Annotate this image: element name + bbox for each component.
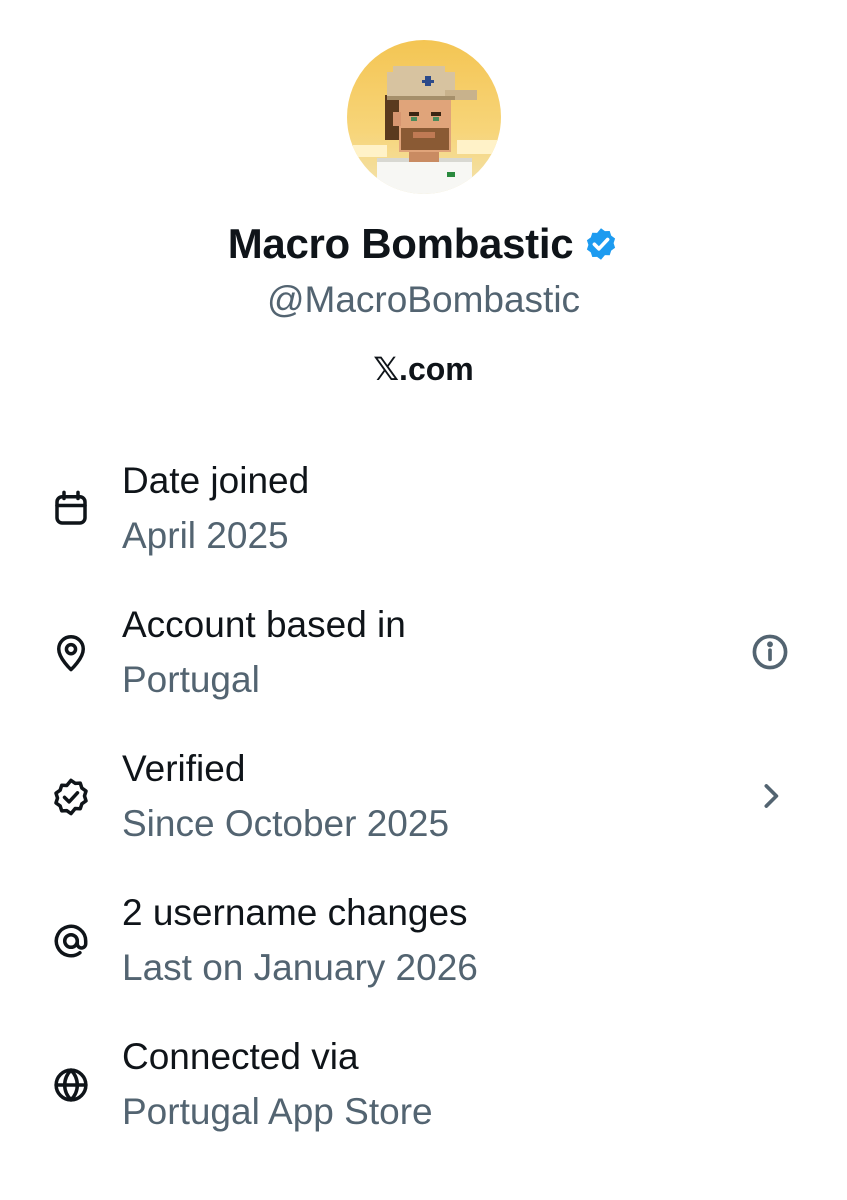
about-row-subtitle: Last on January 2026 <box>122 947 478 988</box>
display-name: Macro Bombastic <box>227 220 574 267</box>
verified-badge-icon[interactable] <box>583 226 619 262</box>
site-label: 𝕏.com <box>373 351 474 387</box>
about-row-subtitle: Portugal <box>122 659 260 700</box>
calendar-icon <box>50 488 92 530</box>
chevron-right-icon[interactable] <box>748 774 792 818</box>
about-row-title: Verified <box>122 748 246 789</box>
globe-icon <box>50 1064 92 1106</box>
avatar-image <box>347 40 501 194</box>
about-row-date-joined: Date joined April 2025 <box>0 458 847 568</box>
about-row-subtitle: Since October 2025 <box>122 803 450 844</box>
about-row-subtitle: Portugal App Store <box>122 1091 433 1132</box>
avatar[interactable] <box>347 40 501 194</box>
about-row-account-based-in: Account based in Portugal <box>0 602 847 712</box>
about-row-title: Account based in <box>122 604 406 645</box>
at-sign-icon <box>50 920 92 962</box>
about-row-title: 2 username changes <box>122 892 468 933</box>
about-row-verified[interactable]: Verified Since October 2025 <box>0 746 847 856</box>
info-icon[interactable] <box>748 630 792 674</box>
about-row-username-changes: 2 username changes Last on January 2026 <box>0 890 847 1000</box>
about-row-connected-via: Connected via Portugal App Store <box>0 1034 847 1144</box>
verified-check-icon <box>50 776 92 818</box>
about-row-title: Date joined <box>122 460 310 501</box>
location-pin-icon <box>50 632 92 674</box>
about-row-title: Connected via <box>122 1036 359 1077</box>
about-row-subtitle: April 2025 <box>122 515 289 556</box>
name-row: Macro Bombastic <box>0 220 847 268</box>
username-handle: @MacroBombastic <box>266 279 581 320</box>
